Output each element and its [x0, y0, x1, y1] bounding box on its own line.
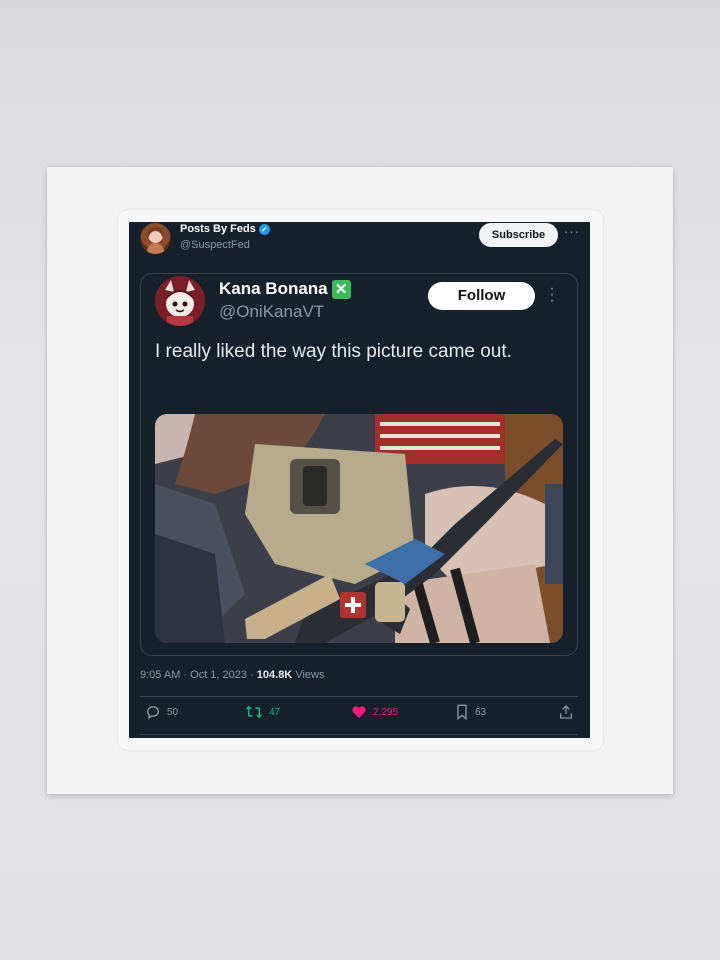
tweet-header: Posts By Feds ✓ @SuspectFed Subscribe ··… — [129, 222, 590, 262]
like-button[interactable]: 2,295 — [351, 704, 398, 720]
bookmark-button[interactable]: 63 — [455, 704, 486, 720]
divider — [140, 734, 578, 735]
divider — [140, 696, 578, 697]
repost-count: 47 — [269, 706, 281, 718]
bookmark-icon — [455, 704, 469, 720]
subscribe-button[interactable]: Subscribe — [479, 223, 558, 247]
heart-icon — [351, 704, 367, 720]
verified-badge-icon: ✓ — [258, 223, 270, 235]
reply-button[interactable]: 50 — [145, 704, 178, 720]
quoted-author-name-label: Kana Bonana — [219, 279, 328, 298]
quoted-author-name[interactable]: Kana Bonana ✕ — [219, 279, 351, 299]
more-vertical-icon[interactable]: · · · — [547, 281, 557, 309]
bookmark-count: 63 — [475, 706, 487, 718]
tweet-actions: 50 47 2,295 63 — [129, 704, 590, 728]
tweet-card: Posts By Feds ✓ @SuspectFed Subscribe ··… — [129, 222, 590, 738]
views-count: 104.8K — [256, 669, 293, 681]
share-icon — [558, 704, 574, 720]
timestamp-label: 9:05 AM · Oct 1, 2023 · — [140, 669, 257, 681]
quoted-tweet-text: I really liked the way this picture came… — [155, 341, 512, 362]
repost-button[interactable]: 47 — [245, 704, 280, 720]
reply-icon — [145, 704, 161, 720]
follow-button[interactable]: Follow — [428, 282, 535, 310]
quoted-tweet[interactable]: Kana Bonana ✕ @OniKanaVT Follow · · · I re… — [140, 273, 578, 656]
author-name-label: Posts By Feds — [180, 223, 256, 235]
repost-icon — [245, 704, 263, 720]
tweet-timestamp[interactable]: 9:05 AM · Oct 1, 2023 · 104.8K Views — [140, 669, 324, 681]
avatar[interactable] — [155, 276, 205, 326]
quoted-author-handle[interactable]: @OniKanaVT — [219, 302, 324, 322]
reply-count: 50 — [167, 706, 179, 718]
tweet-photo[interactable] — [155, 414, 563, 643]
more-horizontal-icon[interactable]: ··· — [564, 224, 580, 239]
author-handle[interactable]: @SuspectFed — [180, 239, 250, 251]
avatar[interactable] — [140, 223, 171, 254]
green-x-emoji-icon: ✕ — [331, 279, 351, 299]
author-name[interactable]: Posts By Feds ✓ — [180, 223, 270, 235]
views-label: Views — [292, 669, 325, 681]
share-button[interactable] — [558, 704, 574, 720]
like-count: 2,295 — [373, 706, 399, 718]
